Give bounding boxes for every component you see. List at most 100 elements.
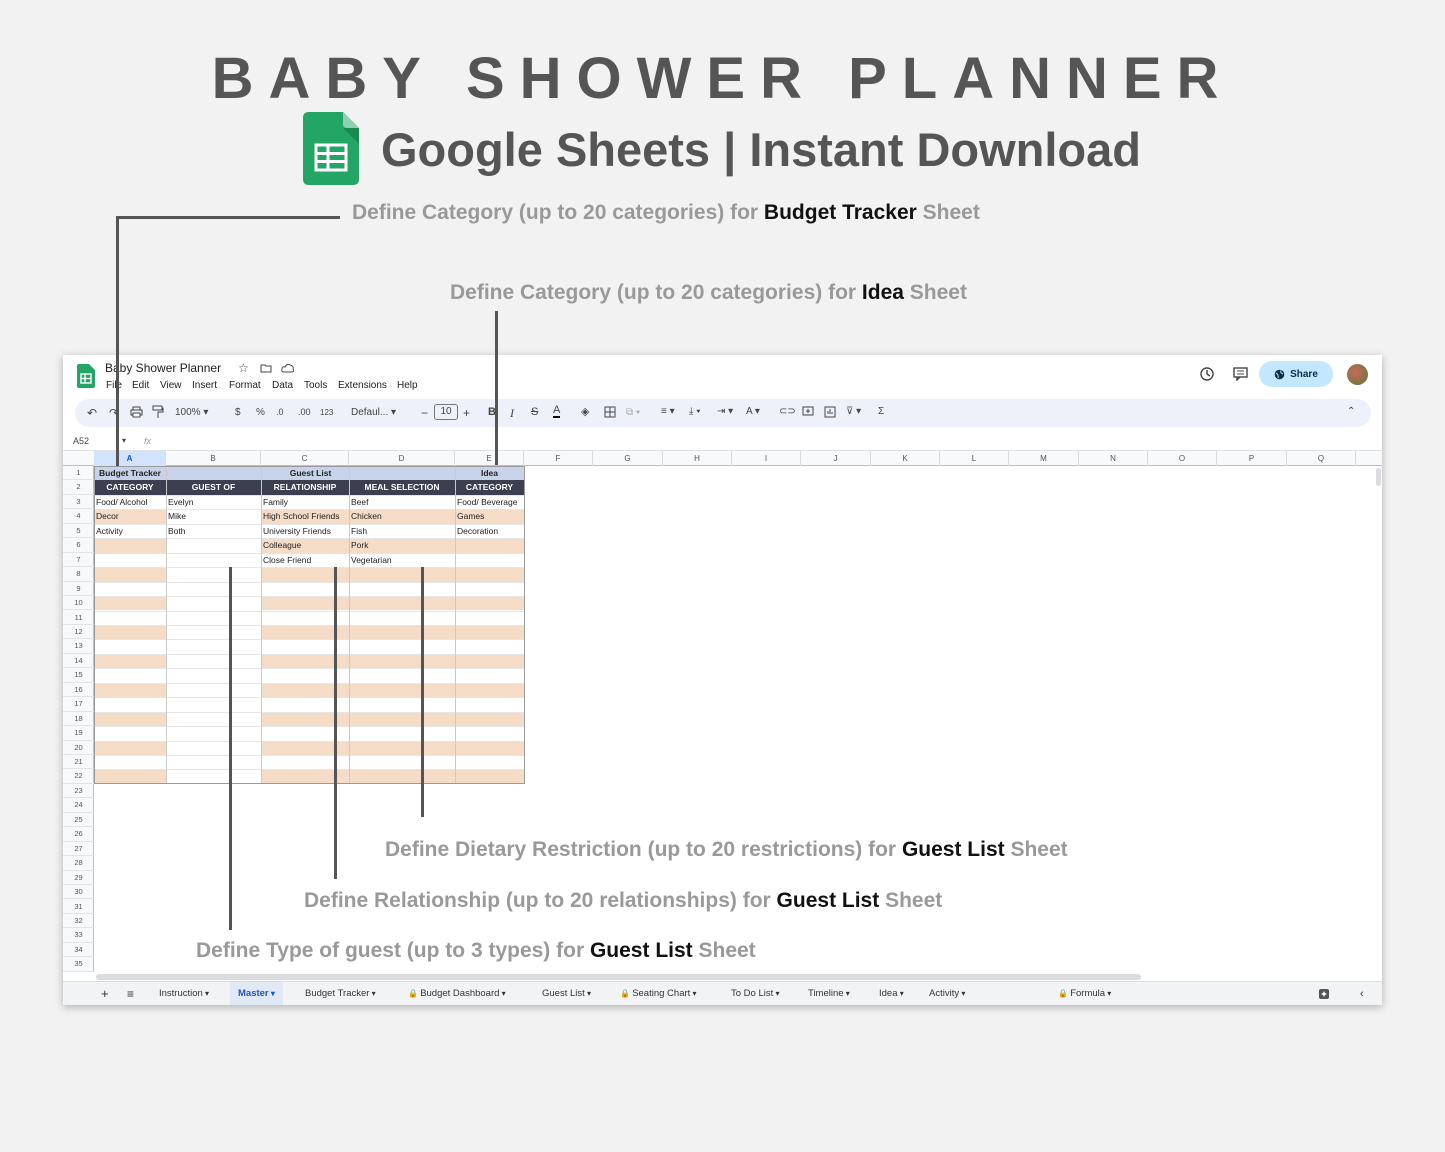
row-header[interactable]: 6 [63,538,94,553]
column-header[interactable]: A [94,451,166,466]
explore-icon[interactable] [1318,988,1330,1000]
insert-link-icon[interactable]: ⊂⊃ [779,406,796,417]
undo-icon[interactable]: ↶ [87,406,97,420]
table-cell[interactable] [94,711,166,727]
table-cell[interactable] [455,726,524,740]
row-header[interactable]: 10 [63,596,94,611]
filter-icon[interactable]: ⊽ ▾ [846,406,861,417]
row-header[interactable]: 28 [63,856,94,871]
row-header[interactable]: 24 [63,798,94,813]
table-cell[interactable]: Games [455,509,524,524]
table-cell[interactable]: Pork [349,538,455,553]
menu-file[interactable]: File [106,380,122,391]
table-cell[interactable] [94,639,166,653]
table-cell[interactable] [455,582,524,596]
column-header[interactable]: L [940,451,1009,466]
row-header[interactable]: 12 [63,625,94,640]
horizontal-scrollbar[interactable] [96,974,1141,980]
row-header[interactable]: 17 [63,697,94,712]
table-cell[interactable] [455,711,524,727]
row-header[interactable]: 19 [63,726,94,741]
table-cell[interactable] [94,755,166,769]
tab-activity[interactable]: Activity ▾ [929,982,965,1005]
vertical-scrollbar[interactable] [1376,468,1381,486]
row-header[interactable]: 34 [63,943,94,958]
table-cell[interactable]: Both [166,524,261,538]
table-cell[interactable] [349,596,455,611]
table-cell[interactable] [94,624,166,640]
horizontal-align-icon[interactable]: ≡ ▾ [661,406,675,417]
table-cell[interactable] [455,538,524,553]
row-header[interactable]: 29 [63,871,94,886]
column-header[interactable]: I [732,451,801,466]
strikethrough-icon[interactable]: S [531,406,538,418]
vertical-align-icon[interactable]: ⤓ ▾ [689,406,700,417]
column-header[interactable]: H [663,451,732,466]
table-cell[interactable] [455,611,524,625]
comments-icon[interactable] [1233,367,1248,381]
row-header[interactable]: 26 [63,827,94,842]
table-cell[interactable]: Food/ Beverage [455,495,524,509]
cloud-status-icon[interactable] [281,363,295,373]
percent-format-button[interactable]: % [256,407,265,418]
avatar[interactable] [1347,364,1368,385]
row-header[interactable]: 21 [63,755,94,770]
add-sheet-icon[interactable]: + [101,982,109,1005]
group-header-idea[interactable]: Idea [455,466,524,481]
row-header[interactable]: 18 [63,712,94,727]
column-header[interactable]: O [1148,451,1217,466]
table-cell[interactable]: Food/ Alcohol [94,495,166,509]
group-header-budget-tracker[interactable]: Budget Tracker [94,466,166,481]
table-cell[interactable]: Colleague [261,538,349,553]
column-header[interactable]: M [1009,451,1079,466]
table-cell[interactable] [455,624,524,640]
table-cell[interactable] [94,611,166,625]
table-cell[interactable] [94,682,166,698]
insert-chart-icon[interactable] [824,406,836,418]
currency-format-button[interactable]: $ [235,407,241,418]
menu-view[interactable]: View [160,380,182,391]
row-header[interactable]: 22 [63,769,94,784]
row-header[interactable]: 33 [63,928,94,943]
row-header[interactable]: 13 [63,639,94,654]
number-format-button[interactable]: 123 [320,408,333,417]
column-header[interactable]: N [1079,451,1148,466]
table-cell[interactable] [349,567,455,582]
table-cell[interactable] [455,740,524,755]
tab-seating-chart[interactable]: 🔒 Seating Chart ▾ [620,982,697,1005]
increase-decimal-button[interactable]: .00 [298,407,311,417]
tab-instruction[interactable]: Instruction ▾ [159,982,209,1005]
table-cell[interactable] [349,639,455,653]
row-header[interactable]: 14 [63,654,94,669]
table-cell[interactable] [94,567,166,582]
font-select[interactable]: Defaul... ▾ [351,407,396,418]
tab-idea[interactable]: Idea ▾ [879,982,904,1005]
functions-icon[interactable]: Σ [878,406,884,417]
table-cell[interactable] [349,697,455,711]
table-cell[interactable] [94,582,166,596]
row-header[interactable]: 25 [63,813,94,828]
tab-master[interactable]: Master ▾ [230,982,283,1005]
name-box[interactable]: A52 [73,436,89,446]
name-box-dropdown-icon[interactable]: ▾ [122,436,126,445]
increase-font-size-button[interactable]: + [463,406,470,420]
table-cell[interactable] [349,755,455,769]
table-cell[interactable] [94,538,166,553]
text-wrapping-icon[interactable]: ⇥ ▾ [717,406,733,417]
row-header[interactable]: 8 [63,567,94,582]
row-header[interactable]: 35 [63,957,94,972]
menu-edit[interactable]: Edit [132,380,149,391]
font-size-input[interactable]: 10 [434,404,458,420]
column-header[interactable]: F [524,451,593,466]
menu-format[interactable]: Format [229,380,261,391]
table-cell[interactable] [455,682,524,698]
table-cell[interactable] [349,624,455,640]
table-cell[interactable] [455,567,524,582]
table-cell[interactable]: Fish [349,524,455,538]
tab-formula[interactable]: 🔒 Formula ▾ [1058,982,1111,1005]
italic-icon[interactable]: I [510,406,514,421]
tab-timeline[interactable]: Timeline ▾ [808,982,850,1005]
table-cell[interactable] [349,682,455,698]
text-color-icon[interactable]: A [553,404,561,418]
collapse-toolbar-icon[interactable]: ⌃ [1347,406,1355,417]
